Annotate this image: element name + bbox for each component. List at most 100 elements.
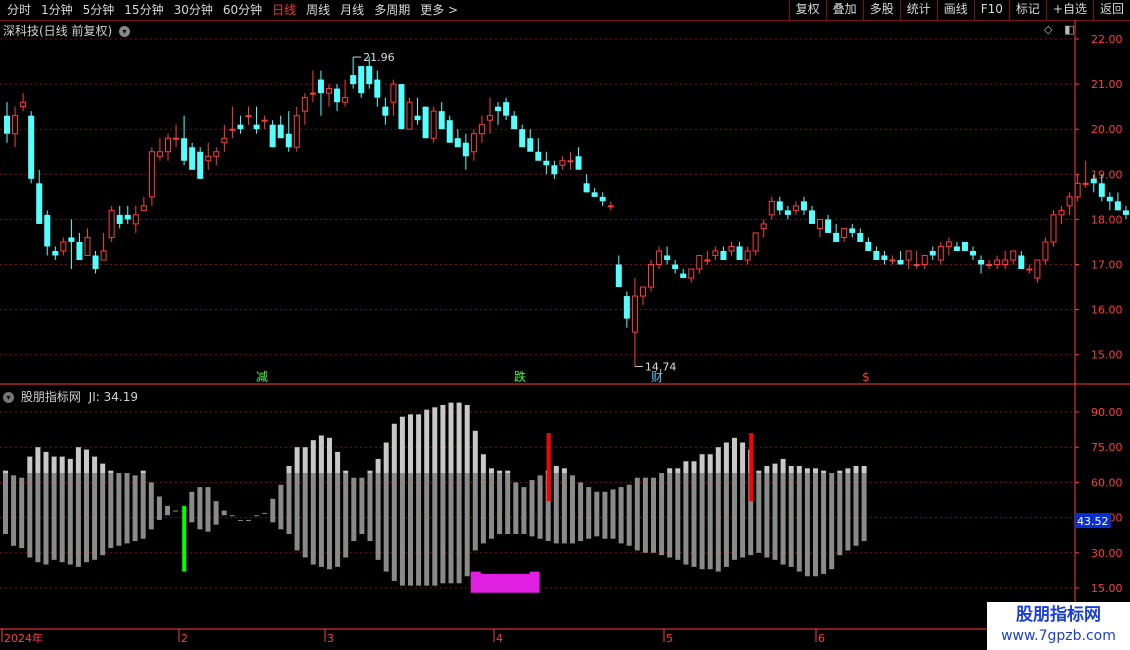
candle-body — [301, 97, 308, 112]
indicator-bar-upper — [399, 416, 405, 474]
indicator-bar-upper — [715, 447, 721, 474]
candle-body — [253, 124, 260, 130]
indicator-bar-upper — [740, 442, 746, 474]
candle-body — [487, 115, 493, 121]
indicator-tick-label: 90.00 — [1091, 406, 1123, 419]
indicator-bar-lower — [513, 482, 519, 535]
indicator-bar-upper — [853, 465, 859, 474]
indicator-bar-upper — [343, 470, 349, 474]
candle-body — [680, 273, 687, 279]
candle-body — [527, 138, 534, 152]
candle-body — [817, 218, 824, 229]
candle-body — [1122, 210, 1129, 215]
candle-body — [905, 250, 912, 261]
candle-body — [615, 264, 622, 288]
indicator-bar-lower — [497, 473, 503, 535]
indicator-bar-lower — [796, 473, 802, 572]
candle-body — [849, 228, 856, 233]
signal-marker — [182, 505, 187, 572]
indicator-bar-lower — [602, 491, 608, 539]
event-marker: 跌 — [514, 369, 526, 384]
indicator-bar-lower — [861, 473, 867, 542]
indicator-bar-lower — [699, 473, 705, 570]
candle-body — [309, 92, 316, 95]
candle-body — [92, 255, 99, 270]
candle-body — [76, 241, 83, 260]
indicator-bar-lower — [821, 473, 827, 574]
indicator-bar-lower — [19, 477, 25, 549]
indicator-bar-lower — [618, 487, 624, 544]
indicator-bar-lower — [505, 473, 511, 535]
indicator-bar-upper — [367, 470, 373, 474]
indicator-bar-upper — [84, 449, 89, 474]
indicator-bar-upper — [27, 456, 33, 474]
candle-body — [326, 88, 332, 94]
candle-body — [382, 106, 389, 116]
indicator-bar-lower — [302, 473, 308, 558]
candle-body — [1106, 196, 1113, 202]
indicator-bar-lower — [229, 515, 235, 517]
watermark: 股朋指标网 www.7gpzb.com — [987, 602, 1130, 650]
candle-body — [792, 205, 799, 211]
candle-body — [1098, 183, 1105, 197]
candle-body — [986, 264, 993, 266]
indicator-bar-upper — [772, 463, 778, 474]
candle-body — [277, 124, 284, 139]
candle-body — [1082, 182, 1089, 185]
price-tick-label: 15.00 — [1091, 349, 1123, 362]
candle-body — [720, 250, 727, 260]
indicator-bar-lower — [537, 475, 543, 539]
candle-body — [470, 133, 477, 153]
indicator-bar-upper — [699, 454, 705, 474]
indicator-bar-upper — [780, 458, 786, 474]
indicator-bar-upper — [667, 468, 673, 474]
x-tick-label: 5 — [666, 632, 673, 645]
indicator-bar-lower — [570, 475, 575, 544]
candle-body — [599, 196, 606, 202]
candle-body — [334, 88, 341, 103]
indicator-bar-lower — [156, 496, 162, 520]
indicator-bar-lower — [845, 473, 851, 551]
price-tick-label: 16.00 — [1091, 304, 1123, 317]
indicator-bar-lower — [683, 473, 689, 565]
candle-body — [116, 214, 123, 224]
candle-body — [44, 214, 51, 247]
indicator-bar-lower — [529, 480, 535, 537]
candle-body — [28, 115, 35, 179]
indicator-bar-upper — [440, 404, 446, 474]
candle-body — [696, 254, 703, 270]
candle-body — [189, 147, 196, 170]
indicator-bar-upper — [424, 409, 430, 474]
candle-body — [68, 237, 75, 242]
indicator-bar-upper — [432, 407, 438, 474]
indicator-bar-upper — [59, 456, 65, 474]
candle-body — [398, 84, 405, 130]
indicator-bar-lower — [278, 484, 284, 530]
indicator-bar-lower — [148, 482, 154, 530]
candle-body — [293, 115, 300, 148]
indicator-bar-lower — [221, 510, 227, 516]
indicator-bar-lower — [432, 473, 438, 586]
indicator-bar-upper — [310, 440, 316, 474]
price-tick-label: 22.00 — [1091, 33, 1123, 46]
candle-body — [607, 205, 614, 208]
watermark-title: 股朋指标网 — [1016, 605, 1101, 625]
indicator-bar-lower — [27, 473, 33, 558]
indicator-bar-lower — [375, 473, 381, 560]
kline-chart[interactable]: 22.0021.0020.0019.0018.0017.0016.0015.00… — [0, 0, 1130, 650]
indicator-bar-lower — [408, 473, 413, 586]
indicator-bar-lower — [318, 473, 324, 567]
candle-body — [736, 246, 743, 260]
candle-body — [84, 236, 91, 256]
indicator-bar-upper — [804, 468, 810, 474]
candle-body — [438, 111, 445, 130]
candle-body — [462, 142, 469, 157]
indicator-bar-lower — [124, 473, 130, 544]
indicator-bar-lower — [310, 473, 316, 565]
indicator-bar-lower — [610, 489, 616, 539]
indicator-bar-upper — [318, 435, 324, 474]
indicator-bar-lower — [740, 473, 746, 558]
indicator-tick-label: 75.00 — [1091, 441, 1123, 454]
indicator-bar-lower — [165, 505, 170, 516]
indicator-bar-lower — [189, 491, 195, 523]
